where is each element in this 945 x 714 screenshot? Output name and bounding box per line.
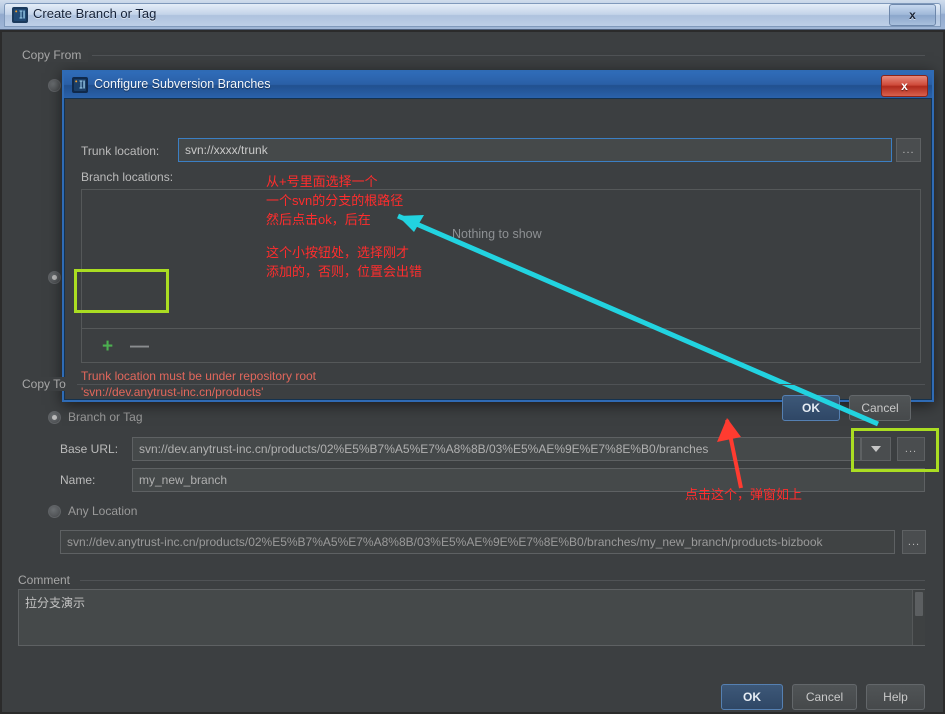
- any-location-input[interactable]: svn://dev.anytrust-inc.cn/products/02%E5…: [60, 530, 895, 554]
- comment-group-label: Comment: [18, 573, 78, 587]
- outer-titlebar[interactable]: Create Branch or Tag x: [0, 0, 945, 30]
- radio-branch-or-tag-label: Branch or Tag: [68, 410, 143, 424]
- error-message-line1: Trunk location must be under repository …: [81, 369, 317, 383]
- annotation-note2-line2: 添加的，否则，位置会出错: [266, 264, 423, 279]
- trunk-location-browse-button[interactable]: ...: [896, 138, 921, 162]
- annotation-note3: 点击这个，弹窗如上: [685, 487, 803, 502]
- inner-cancel-button[interactable]: Cancel: [849, 395, 911, 421]
- copy-from-group-label: Copy From: [22, 48, 89, 62]
- branch-locations-label: Branch locations:: [81, 170, 174, 184]
- copy-from-radio-1[interactable]: [48, 79, 61, 92]
- copy-to-divider: [77, 384, 925, 385]
- help-button[interactable]: Help: [866, 684, 925, 710]
- add-branch-icon[interactable]: +: [102, 337, 113, 356]
- branch-name-input[interactable]: my_new_branch: [132, 468, 925, 492]
- annotation-note1-line3: 然后点击ok，后在: [266, 212, 371, 227]
- error-message-line2: 'svn://dev.anytrust-inc.cn/products': [81, 385, 264, 399]
- remove-branch-icon[interactable]: —: [130, 337, 149, 356]
- intellij-logo-icon: [72, 77, 88, 93]
- base-url-dropdown-button[interactable]: [861, 437, 891, 461]
- intellij-logo-icon: [12, 7, 28, 23]
- inner-dialog-title: Configure Subversion Branches: [94, 77, 271, 91]
- inner-titlebar[interactable]: Configure Subversion Branches x: [64, 72, 932, 98]
- radio-branch-or-tag[interactable]: [48, 411, 61, 424]
- comment-scrollbar-thumb[interactable]: [915, 592, 923, 616]
- screen-root: NewRequestFilter_anRequestJson company i…: [0, 0, 945, 714]
- cancel-button[interactable]: Cancel: [792, 684, 857, 710]
- trunk-location-label: Trunk location:: [81, 144, 160, 158]
- comment-scrollbar[interactable]: [912, 590, 925, 645]
- configure-subversion-branches-dialog: Configure Subversion Branches x Trunk lo…: [62, 70, 934, 421]
- trunk-location-input[interactable]: svn://xxxx/trunk: [178, 138, 892, 162]
- chevron-down-icon: [871, 446, 881, 452]
- base-url-input[interactable]: svn://dev.anytrust-inc.cn/products/02%E5…: [132, 437, 861, 461]
- branch-name-label: Name:: [60, 473, 96, 487]
- comment-divider: [80, 580, 925, 581]
- ok-button[interactable]: OK: [721, 684, 783, 710]
- annotation-note1-line1: 从+号里面选择一个: [266, 174, 378, 189]
- close-icon[interactable]: x: [881, 75, 928, 97]
- base-url-browse-button[interactable]: ...: [897, 437, 925, 461]
- base-url-label: Base URL:: [60, 442, 119, 456]
- comment-textarea[interactable]: 拉分支演示: [18, 589, 925, 646]
- copy-to-group-label: Copy To: [22, 377, 73, 391]
- inner-dialog-content: Trunk location: svn://xxxx/trunk ... Bra…: [64, 98, 932, 421]
- radio-any-location[interactable]: [48, 505, 61, 518]
- branch-list-toolbar: + —: [81, 329, 921, 363]
- branch-locations-list[interactable]: [81, 189, 921, 329]
- annotation-note2-line1: 这个小按钮处，选择刚才: [266, 245, 410, 260]
- any-location-browse-button[interactable]: ...: [902, 530, 926, 554]
- inner-ok-button[interactable]: OK: [782, 395, 840, 421]
- radio-any-location-label: Any Location: [68, 504, 138, 518]
- copy-from-divider: [92, 55, 925, 56]
- copy-from-radio-2[interactable]: [48, 271, 61, 284]
- empty-list-message: Nothing to show: [452, 227, 542, 241]
- close-icon[interactable]: x: [889, 4, 936, 26]
- annotation-note1-line2: 一个svn的分支的根路径: [266, 193, 404, 208]
- outer-window-title: Create Branch or Tag: [33, 6, 157, 21]
